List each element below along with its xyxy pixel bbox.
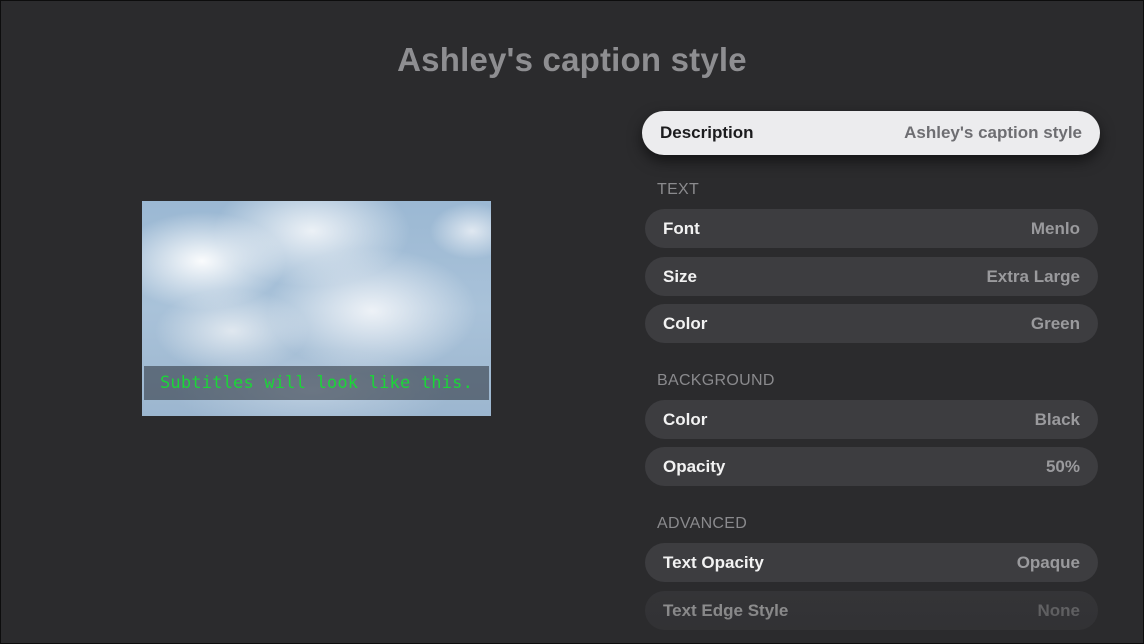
text-color-label: Color [663,313,708,333]
background-color-label: Color [663,409,708,429]
background-opacity-value: 50% [1045,456,1080,476]
section-header-advanced: ADVANCED [657,515,748,532]
description-label: Description [660,123,754,142]
caption-style-screen: Ashley's caption style Subtitles will lo… [0,0,1144,644]
text-color-value: Green [1030,313,1080,333]
text-opacity-row[interactable]: Text Opacity Opaque [645,543,1098,582]
size-row[interactable]: Size Extra Large [645,257,1098,296]
subtitle-sample-text: Subtitles will look like this. [159,373,474,393]
text-edge-style-label: Text Edge Style [663,600,789,620]
text-opacity-value: Opaque [1016,552,1080,572]
subtitle-background: Subtitles will look like this. [144,366,489,400]
font-label: Font [663,218,700,238]
background-opacity-row[interactable]: Opacity 50% [645,447,1098,486]
size-label: Size [663,266,698,286]
text-opacity-label: Text Opacity [663,552,764,572]
text-edge-style-value: None [1037,600,1081,620]
font-row[interactable]: Font Menlo [645,209,1098,248]
description-row[interactable]: Description Ashley's caption style [642,111,1100,155]
text-edge-style-row[interactable]: Text Edge Style None [645,591,1098,630]
background-color-row[interactable]: Color Black [645,400,1098,439]
background-opacity-label: Opacity [663,456,726,476]
caption-preview: Subtitles will look like this. [142,201,491,416]
description-value: Ashley's caption style [904,123,1082,142]
section-header-background: BACKGROUND [657,372,775,389]
text-color-row[interactable]: Color Green [645,304,1098,343]
font-value: Menlo [1030,218,1080,238]
section-header-text: TEXT [657,181,700,198]
size-value: Extra Large [986,266,1080,286]
page-title: Ashley's caption style [397,41,747,78]
background-color-value: Black [1034,409,1080,429]
